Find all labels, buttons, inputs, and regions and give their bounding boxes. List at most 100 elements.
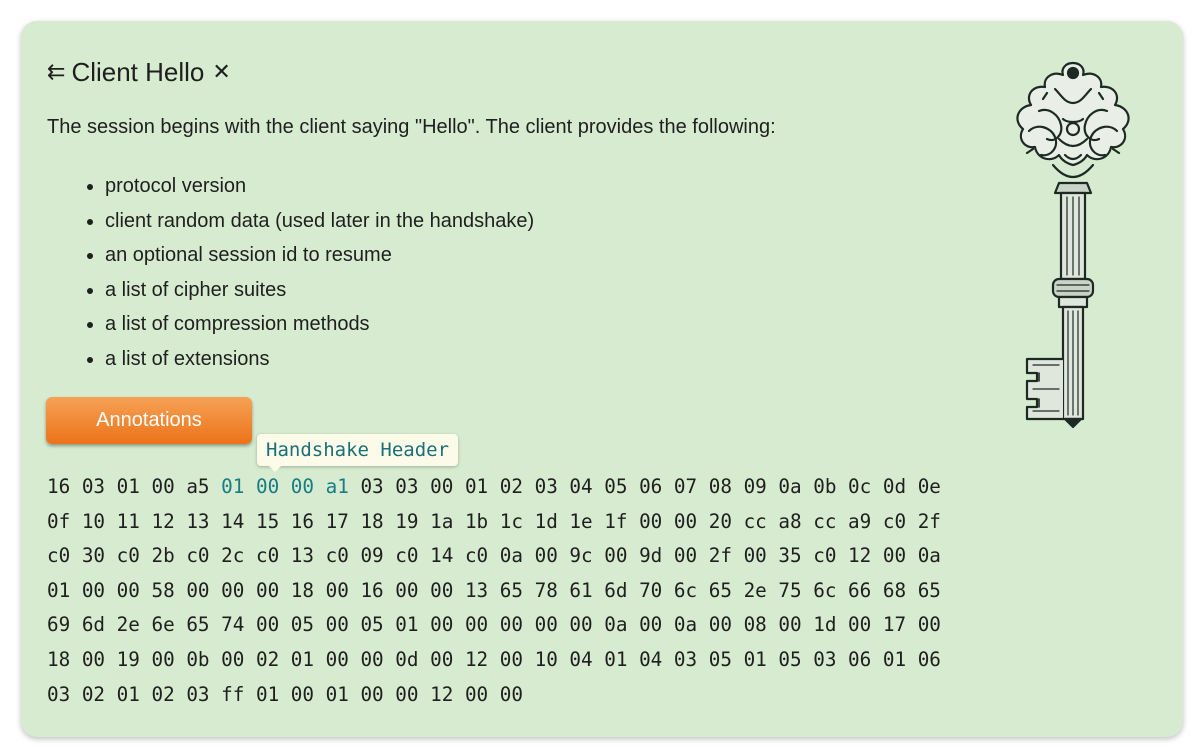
hex-byte[interactable]: 2e xyxy=(744,574,767,609)
hex-byte[interactable]: 14 xyxy=(221,505,244,540)
hex-byte[interactable]: 0b xyxy=(186,643,209,678)
hex-byte[interactable]: 00 xyxy=(256,608,279,643)
hex-byte[interactable]: 00 xyxy=(709,608,732,643)
hex-byte[interactable]: 02 xyxy=(500,470,523,505)
hex-byte[interactable]: 00 xyxy=(500,678,523,713)
hex-byte[interactable]: c0 xyxy=(117,539,140,574)
hex-byte[interactable]: 65 xyxy=(918,574,941,609)
hex-byte[interactable]: 10 xyxy=(535,643,558,678)
hex-byte-handshake-header[interactable]: a1 xyxy=(326,470,349,505)
hex-byte[interactable]: 13 xyxy=(291,539,314,574)
hex-byte[interactable]: 16 xyxy=(47,470,70,505)
hex-byte[interactable]: 58 xyxy=(151,574,174,609)
hex-byte[interactable]: 6d xyxy=(82,608,105,643)
hex-byte[interactable]: 0c xyxy=(848,470,871,505)
hex-byte[interactable]: 00 xyxy=(918,608,941,643)
hex-byte[interactable]: 03 xyxy=(395,470,418,505)
hex-byte[interactable]: 01 xyxy=(883,643,906,678)
hex-byte[interactable]: c0 xyxy=(186,539,209,574)
hex-byte[interactable]: 30 xyxy=(82,539,105,574)
hex-byte[interactable]: 03 xyxy=(674,643,697,678)
hex-byte[interactable]: 12 xyxy=(465,643,488,678)
hex-byte[interactable]: 61 xyxy=(569,574,592,609)
hex-byte[interactable]: 03 xyxy=(186,678,209,713)
hex-byte[interactable]: 18 xyxy=(47,643,70,678)
hex-byte[interactable]: 6c xyxy=(674,574,697,609)
hex-byte[interactable]: 00 xyxy=(360,678,383,713)
hex-byte[interactable]: 00 xyxy=(430,470,453,505)
hex-byte[interactable]: 1a xyxy=(430,505,453,540)
hex-byte[interactable]: 0a xyxy=(604,608,627,643)
hex-byte[interactable]: 00 xyxy=(291,678,314,713)
hex-byte[interactable]: 0f xyxy=(47,505,70,540)
hex-byte[interactable]: 00 xyxy=(465,678,488,713)
close-icon[interactable]: ✕ xyxy=(212,57,230,87)
hex-byte[interactable]: a8 xyxy=(778,505,801,540)
hex-byte[interactable]: c0 xyxy=(395,539,418,574)
hex-byte[interactable]: 0b xyxy=(813,470,836,505)
hex-byte[interactable]: 10 xyxy=(82,505,105,540)
hex-byte[interactable]: 65 xyxy=(500,574,523,609)
hex-byte[interactable]: 01 xyxy=(604,643,627,678)
hex-byte[interactable]: 00 xyxy=(186,574,209,609)
hex-byte[interactable]: c0 xyxy=(883,505,906,540)
hex-byte-handshake-header[interactable]: 00 xyxy=(291,470,314,505)
hex-byte[interactable]: c0 xyxy=(326,539,349,574)
hex-byte[interactable]: 06 xyxy=(848,643,871,678)
hex-byte[interactable]: 6c xyxy=(813,574,836,609)
hex-byte[interactable]: 01 xyxy=(117,470,140,505)
hex-byte[interactable]: 00 xyxy=(674,505,697,540)
hex-byte[interactable]: 13 xyxy=(186,505,209,540)
hex-byte[interactable]: 13 xyxy=(465,574,488,609)
hex-byte[interactable]: 66 xyxy=(848,574,871,609)
hex-byte[interactable]: 00 xyxy=(465,608,488,643)
hex-byte[interactable]: 00 xyxy=(221,574,244,609)
hex-byte[interactable]: 00 xyxy=(604,539,627,574)
hex-byte[interactable]: 12 xyxy=(848,539,871,574)
hex-byte[interactable]: 0e xyxy=(918,470,941,505)
hex-byte[interactable]: 69 xyxy=(47,608,70,643)
hex-byte[interactable]: c0 xyxy=(256,539,279,574)
hex-byte[interactable]: c0 xyxy=(465,539,488,574)
hex-byte[interactable]: 00 xyxy=(535,608,558,643)
hex-byte[interactable]: 2b xyxy=(151,539,174,574)
hex-byte[interactable]: 01 xyxy=(744,643,767,678)
hex-byte[interactable]: 01 xyxy=(465,470,488,505)
hex-byte[interactable]: 01 xyxy=(291,643,314,678)
hex-byte[interactable]: 00 xyxy=(430,574,453,609)
hex-byte[interactable]: 08 xyxy=(709,470,732,505)
hex-byte[interactable]: 1b xyxy=(465,505,488,540)
hex-byte[interactable]: 02 xyxy=(151,678,174,713)
hex-byte[interactable]: 12 xyxy=(430,678,453,713)
hex-byte[interactable]: 00 xyxy=(221,643,244,678)
hex-byte[interactable]: 00 xyxy=(500,608,523,643)
hex-byte[interactable]: 00 xyxy=(326,643,349,678)
hex-byte[interactable]: 00 xyxy=(744,539,767,574)
hex-byte[interactable]: 03 xyxy=(360,470,383,505)
hex-byte[interactable]: 1d xyxy=(535,505,558,540)
hex-byte[interactable]: 0a xyxy=(674,608,697,643)
hex-byte[interactable]: 75 xyxy=(778,574,801,609)
hex-byte[interactable]: 18 xyxy=(291,574,314,609)
hex-byte[interactable]: 00 xyxy=(256,574,279,609)
annotations-button[interactable]: Annotations xyxy=(46,397,252,444)
hex-byte[interactable]: a5 xyxy=(186,470,209,505)
hex-byte[interactable]: 0a xyxy=(778,470,801,505)
hex-byte[interactable]: 0d xyxy=(883,470,906,505)
hex-byte[interactable]: 03 xyxy=(47,678,70,713)
hex-byte[interactable]: 00 xyxy=(535,539,558,574)
hex-byte[interactable]: 01 xyxy=(117,678,140,713)
hex-byte[interactable]: 70 xyxy=(639,574,662,609)
hex-byte[interactable]: 00 xyxy=(500,643,523,678)
hex-byte[interactable]: 02 xyxy=(82,678,105,713)
hex-byte[interactable]: 07 xyxy=(674,470,697,505)
hex-byte[interactable]: 00 xyxy=(395,678,418,713)
hex-byte[interactable]: 00 xyxy=(360,643,383,678)
hex-byte[interactable]: 08 xyxy=(744,608,767,643)
hex-byte[interactable]: 18 xyxy=(360,505,383,540)
hex-byte[interactable]: 05 xyxy=(778,643,801,678)
hex-byte[interactable]: 00 xyxy=(326,574,349,609)
hex-byte[interactable]: 06 xyxy=(918,643,941,678)
hex-byte[interactable]: c0 xyxy=(47,539,70,574)
hex-byte[interactable]: 78 xyxy=(535,574,558,609)
